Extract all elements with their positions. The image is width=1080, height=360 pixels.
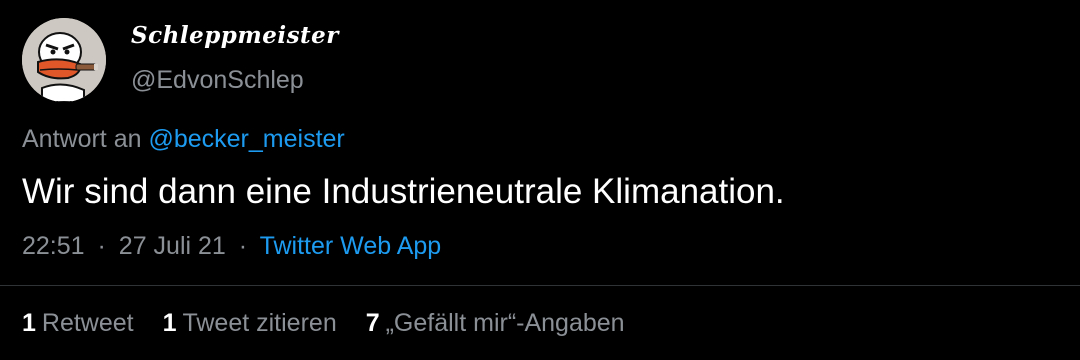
display-name[interactable]: Schleppmeister xyxy=(131,22,339,49)
tweet-text: Wir sind dann eine Industrieneutrale Kli… xyxy=(22,172,785,211)
tweet-date[interactable]: 27 Juli 21 xyxy=(119,232,226,260)
retweets-count: 1 xyxy=(22,309,36,337)
divider xyxy=(0,285,1080,286)
retweets-stat[interactable]: 1 Retweet xyxy=(22,309,141,337)
quote-tweets-stat[interactable]: 1 Tweet zitieren xyxy=(163,309,344,337)
tweet-card: Schleppmeister @EdvonSchlep Antwort an @… xyxy=(0,0,1080,360)
meta-separator: · xyxy=(97,232,106,260)
tweet-meta: 22:51 · 27 Juli 21 · Twitter Web App xyxy=(22,232,441,261)
meta-separator: · xyxy=(238,232,248,260)
avatar[interactable] xyxy=(22,18,106,102)
likes-stat[interactable]: 7 „Gefällt mir“-Angaben xyxy=(366,309,625,337)
tweet-time[interactable]: 22:51 xyxy=(22,232,85,260)
quotes-label: Tweet zitieren xyxy=(182,309,337,337)
tweet-stats: 1 Retweet 1 Tweet zitieren 7 „Gefällt mir“-… xyxy=(22,309,647,338)
retweets-label: Retweet xyxy=(41,309,134,337)
user-handle[interactable]: @EdvonSchlep xyxy=(131,66,304,95)
reply-prefix: Antwort an xyxy=(22,125,142,153)
likes-count: 7 xyxy=(365,309,380,337)
reply-mention-link[interactable]: @becker_meister xyxy=(148,125,344,153)
reply-to-line: Antwort an @becker_meister xyxy=(22,125,345,154)
duck-avatar-icon xyxy=(22,18,106,102)
likes-label: „Gefällt mir“-Angaben xyxy=(385,309,625,337)
tweet-source-link[interactable]: Twitter Web App xyxy=(260,232,442,260)
quotes-count: 1 xyxy=(162,309,177,337)
